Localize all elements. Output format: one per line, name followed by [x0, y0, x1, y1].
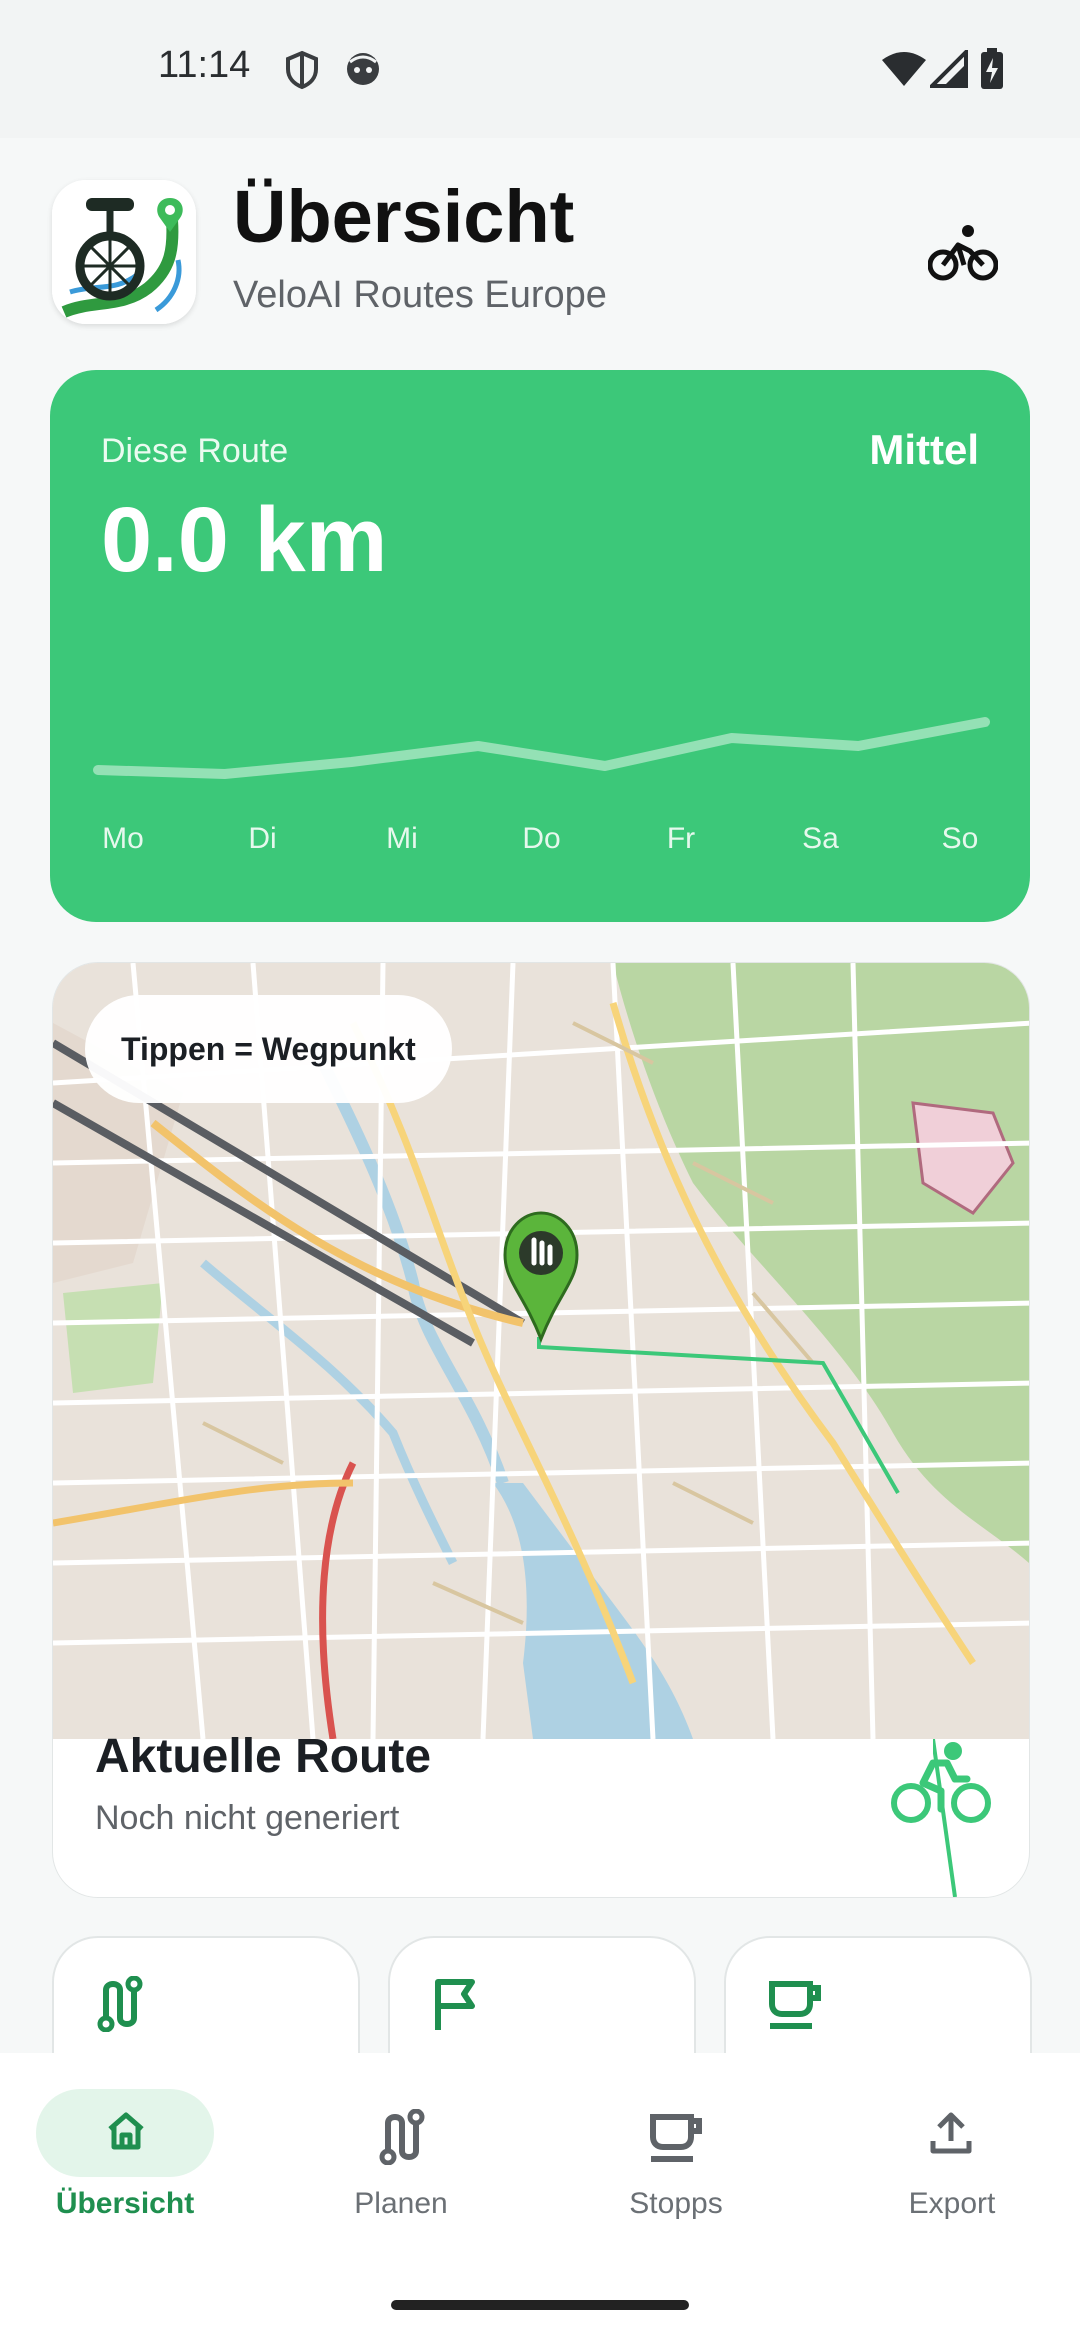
route-icon [97, 1976, 143, 2032]
chart-day-label: Mo [102, 822, 144, 855]
page-title: Übersicht [233, 175, 575, 258]
nav-label-overview: Übersicht [55, 2187, 195, 2220]
action-card-destination[interactable] [388, 1936, 696, 2053]
route-status: Noch nicht generiert [95, 1799, 400, 1837]
route-distance: 0.0 km [101, 489, 388, 591]
chart-day-label: Sa [802, 822, 839, 855]
status-bar: 11:14 [0, 0, 1080, 138]
main-scroll-area[interactable]: Übersicht VeloAI Routes Europe Diese Rou… [0, 138, 1080, 2053]
difficulty-level: Mittel [869, 426, 979, 473]
nav-tab-overview[interactable]: Übersicht [0, 2053, 270, 2283]
bicycle-icon[interactable] [928, 222, 998, 282]
wifi-icon [882, 52, 926, 86]
stats-label: Diese Route [101, 432, 289, 470]
home-indicator [391, 2300, 689, 2310]
nav-label-export: Export [908, 2187, 996, 2220]
route-icon [379, 2109, 425, 2165]
nav-tab-stops[interactable]: Stopps [551, 2053, 821, 2283]
action-card-route[interactable] [52, 1936, 360, 2053]
flag-icon [435, 1979, 475, 2030]
chart-day-label: Di [248, 822, 277, 855]
route-title: Aktuelle Route [95, 1730, 432, 1783]
signal-icon [930, 50, 968, 88]
chart-day-label: So [941, 822, 979, 855]
app-header: Übersicht VeloAI Routes Europe [0, 138, 1080, 370]
nav-tab-export[interactable]: Export [827, 2053, 1080, 2283]
shield-icon [286, 50, 318, 90]
upload-icon [930, 2112, 972, 2154]
page-subtitle: VeloAI Routes Europe [233, 274, 607, 316]
bottom-navigation: Übersicht Planen Stopps Export [0, 2053, 1080, 2340]
chart-line [93, 717, 990, 779]
nav-label-plan: Planen [354, 2187, 448, 2220]
battery-charging-icon [981, 48, 1003, 89]
chart-day-label: Fr [666, 822, 696, 855]
map-hint-chip: Tippen = Wegpunkt [85, 995, 452, 1103]
coffee-cup-icon [769, 1981, 821, 2029]
route-line-overlay [933, 1739, 957, 1897]
chart-day-label: Do [522, 822, 561, 855]
nav-tab-plan[interactable]: Planen [276, 2053, 546, 2283]
face-icon [347, 53, 379, 85]
action-card-stops[interactable] [724, 1936, 1032, 2053]
unicycle-route-logo [52, 180, 196, 324]
chart-day-label: Mi [386, 822, 418, 855]
map-view[interactable]: Tippen = Wegpunkt UnterstrassIndustriequ… [53, 963, 1029, 1739]
home-icon [108, 2112, 144, 2150]
coffee-cup-icon [650, 2114, 702, 2162]
app-logo [52, 180, 196, 324]
status-time: 11:14 [158, 44, 251, 86]
nav-label-stops: Stopps [629, 2187, 723, 2220]
map-card[interactable]: Tippen = Wegpunkt UnterstrassIndustriequ… [52, 962, 1030, 1898]
route-stats-card[interactable]: Diese Route Mittel 0.0 km Mo Di Mi Do Fr Sa So [50, 370, 1030, 922]
